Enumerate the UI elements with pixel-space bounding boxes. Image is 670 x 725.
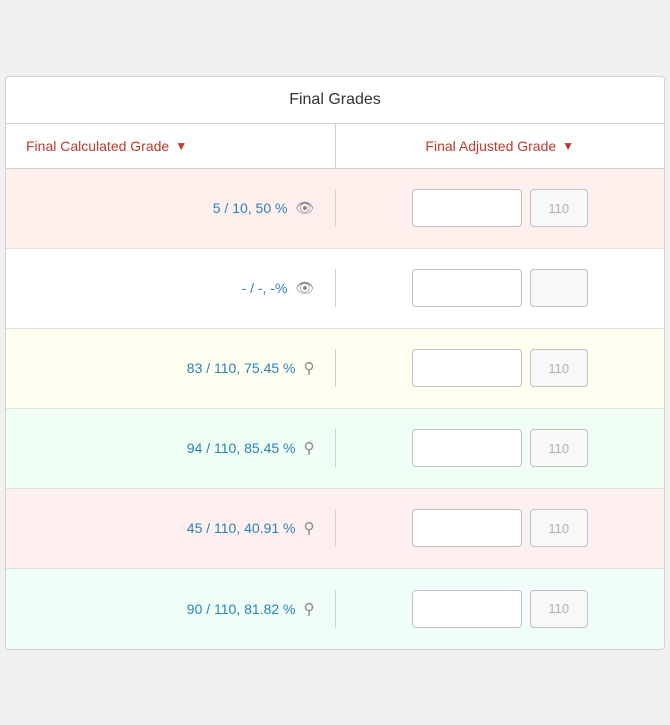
- left-column-header[interactable]: Final Calculated Grade ▼: [6, 124, 336, 168]
- adjusted-grade-input[interactable]: [412, 349, 522, 387]
- visibility-icon[interactable]: 👁: [295, 279, 314, 297]
- adjusted-grade-input[interactable]: [412, 509, 522, 547]
- table-row: 94 / 110, 85.45 % ⚲ 110: [6, 409, 664, 489]
- table-row: - / -, -% 👁: [6, 249, 664, 329]
- max-grade-badge: [530, 269, 588, 307]
- left-column-label: Final Calculated Grade: [26, 138, 169, 154]
- calculated-grade-value: 45 / 110, 40.91 %: [187, 520, 296, 536]
- column-headers: Final Calculated Grade ▼ Final Adjusted …: [6, 124, 664, 169]
- panel-title: Final Grades: [6, 77, 664, 124]
- calculated-grade-cell: 83 / 110, 75.45 % ⚲: [6, 349, 336, 387]
- calculated-grade-value: - / -, -%: [242, 280, 288, 296]
- adjusted-grade-cell: 110: [336, 580, 665, 638]
- calculated-grade-cell: - / -, -% 👁: [6, 269, 336, 307]
- calculated-grade-cell: 5 / 10, 50 % 👁: [6, 189, 336, 227]
- edit-icon[interactable]: ⚲: [304, 519, 315, 537]
- title-text: Final Grades: [289, 91, 381, 108]
- right-column-chevron-icon[interactable]: ▼: [562, 139, 574, 153]
- final-grades-panel: Final Grades Final Calculated Grade ▼ Fi…: [5, 76, 665, 650]
- adjusted-grade-cell: 110: [336, 339, 665, 397]
- adjusted-grade-cell: 110: [336, 419, 665, 477]
- edit-icon[interactable]: ⚲: [304, 600, 315, 618]
- calculated-grade-cell: 94 / 110, 85.45 % ⚲: [6, 429, 336, 467]
- left-column-chevron-icon[interactable]: ▼: [175, 139, 187, 153]
- calculated-grade-value: 90 / 110, 81.82 %: [187, 601, 296, 617]
- adjusted-grade-cell: 110: [336, 179, 665, 237]
- adjusted-grade-input[interactable]: [412, 189, 522, 227]
- max-grade-badge: 110: [530, 189, 588, 227]
- adjusted-grade-cell: 110: [336, 499, 665, 557]
- edit-icon[interactable]: ⚲: [304, 359, 315, 377]
- table-row: 83 / 110, 75.45 % ⚲ 110: [6, 329, 664, 409]
- max-grade-badge: 110: [530, 509, 588, 547]
- adjusted-grade-input[interactable]: [412, 590, 522, 628]
- calculated-grade-cell: 45 / 110, 40.91 % ⚲: [6, 509, 336, 547]
- max-grade-badge: 110: [530, 590, 588, 628]
- calculated-grade-value: 5 / 10, 50 %: [213, 200, 288, 216]
- grade-rows: 5 / 10, 50 % 👁 110 - / -, -% 👁 83 / 110,…: [6, 169, 664, 649]
- right-column-label: Final Adjusted Grade: [425, 138, 556, 154]
- visibility-icon[interactable]: 👁: [295, 199, 314, 217]
- table-row: 45 / 110, 40.91 % ⚲ 110: [6, 489, 664, 569]
- table-row: 90 / 110, 81.82 % ⚲ 110: [6, 569, 664, 649]
- edit-icon[interactable]: ⚲: [304, 439, 315, 457]
- right-column-header[interactable]: Final Adjusted Grade ▼: [336, 124, 665, 168]
- adjusted-grade-input[interactable]: [412, 429, 522, 467]
- adjusted-grade-input[interactable]: [412, 269, 522, 307]
- adjusted-grade-cell: [336, 259, 665, 317]
- calculated-grade-value: 94 / 110, 85.45 %: [187, 440, 296, 456]
- max-grade-badge: 110: [530, 429, 588, 467]
- table-row: 5 / 10, 50 % 👁 110: [6, 169, 664, 249]
- calculated-grade-value: 83 / 110, 75.45 %: [187, 360, 296, 376]
- max-grade-badge: 110: [530, 349, 588, 387]
- calculated-grade-cell: 90 / 110, 81.82 % ⚲: [6, 590, 336, 628]
